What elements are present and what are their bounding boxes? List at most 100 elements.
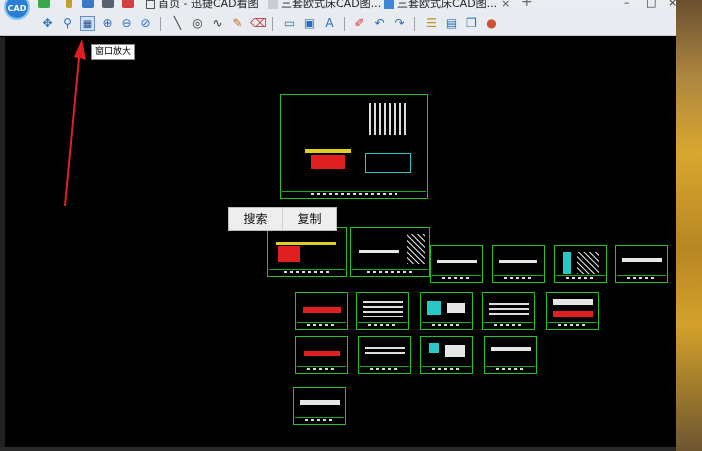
drawing-sheet[interactable] <box>546 292 599 330</box>
title-block <box>358 322 407 328</box>
title-block <box>484 322 533 328</box>
sheet-drawing <box>577 252 599 274</box>
drawing-sheet[interactable] <box>482 292 535 330</box>
home-tab-icon <box>146 0 155 9</box>
window-zoom-icon[interactable]: ▦ <box>80 16 95 31</box>
copy-menu-item[interactable]: 复制 <box>282 208 336 230</box>
sheet-drawing <box>359 250 399 253</box>
title-block <box>486 366 535 372</box>
quick-pin-icon[interactable] <box>66 0 72 8</box>
toolbar-separator <box>160 17 161 31</box>
title-block <box>422 366 471 372</box>
zoom-in-icon[interactable]: ⊕ <box>100 16 115 31</box>
drawing-canvas[interactable] <box>0 37 702 451</box>
window-border <box>0 447 676 451</box>
search-menu-item[interactable]: 搜索 <box>229 208 282 230</box>
new-tab-button[interactable]: + <box>521 0 533 10</box>
quick-print-icon[interactable] <box>102 0 114 8</box>
drawing-sheet[interactable] <box>420 292 473 330</box>
3d-icon[interactable]: ❒ <box>464 16 479 31</box>
sheet-drawing <box>276 242 336 245</box>
drawing-sheet[interactable] <box>420 336 473 374</box>
toolbar-tooltip: 窗口放大 <box>91 44 136 60</box>
sheet-drawing <box>563 252 571 274</box>
sheet-drawing <box>429 343 439 353</box>
sheet-drawing <box>445 345 465 357</box>
pen-icon[interactable]: ✐ <box>352 16 367 31</box>
layers-icon[interactable]: ☰ <box>424 16 439 31</box>
title-block <box>352 269 428 275</box>
polyline-icon[interactable]: ∿ <box>210 16 225 31</box>
save-icon[interactable]: ▤ <box>444 16 459 31</box>
title-block <box>548 322 597 328</box>
drawing-sheet[interactable] <box>350 227 430 277</box>
color-icon[interactable]: ● <box>484 16 499 31</box>
sheet-drawing <box>365 347 405 357</box>
image-icon[interactable]: ▣ <box>302 16 317 31</box>
minimize-button[interactable]: – <box>624 0 630 9</box>
drawing-sheet[interactable] <box>554 245 607 283</box>
undo-icon[interactable]: ↶ <box>372 16 387 31</box>
sheet-drawing <box>491 347 531 351</box>
tab-file-2[interactable]: 三套欧式床CAD图... × <box>384 0 510 12</box>
zoom-realtime-icon[interactable]: ⚲ <box>60 16 75 31</box>
drawing-sheet[interactable] <box>295 336 348 374</box>
drawing-sheet[interactable] <box>280 94 428 199</box>
title-block <box>297 322 346 328</box>
quick-save-icon[interactable] <box>82 0 94 8</box>
tab-close-icon[interactable]: × <box>501 0 510 10</box>
title-block <box>295 417 344 423</box>
line-icon[interactable]: ╲ <box>170 16 185 31</box>
zoom-previous-icon[interactable]: ⊘ <box>138 16 153 31</box>
sheet-drawing <box>407 234 425 264</box>
drawing-sheet[interactable] <box>295 292 348 330</box>
circle-icon[interactable]: ◎ <box>190 16 205 31</box>
sheet-drawing <box>622 258 662 262</box>
sheet-drawing <box>303 307 341 313</box>
context-menu: 搜索 复制 <box>228 207 337 231</box>
title-block <box>617 275 666 281</box>
maximize-button[interactable]: □ <box>646 0 656 9</box>
tab-file-1-label: 三套欧式床CAD图... <box>281 0 382 10</box>
title-block <box>269 269 345 275</box>
sheet-drawing <box>427 301 441 315</box>
title-block <box>360 366 409 372</box>
sheet-drawing <box>489 303 529 315</box>
drawing-sheet[interactable] <box>492 245 545 283</box>
sheet-drawing <box>553 299 593 305</box>
sheet-drawing <box>278 246 300 262</box>
title-block <box>297 366 346 372</box>
sheet-drawing <box>499 260 537 263</box>
zoom-out-icon[interactable]: ⊖ <box>119 16 134 31</box>
sheet-drawing <box>305 149 351 153</box>
drawing-sheet[interactable] <box>484 336 537 374</box>
sheet-drawing <box>447 303 465 313</box>
text-icon[interactable]: A <box>322 16 337 31</box>
drawing-sheet[interactable] <box>430 245 483 283</box>
sketch-icon[interactable]: ✎ <box>230 16 245 31</box>
tab-file-2-label: 三套欧式床CAD图... <box>397 0 498 10</box>
file-tab-icon <box>384 0 394 9</box>
window-border <box>0 37 5 451</box>
rectangle-icon[interactable]: ▭ <box>282 16 297 31</box>
quick-open-icon[interactable] <box>38 0 50 8</box>
drawing-sheet[interactable] <box>293 387 346 425</box>
drawing-sheet[interactable] <box>267 227 347 277</box>
sheet-drawing <box>304 351 340 356</box>
quick-export-icon[interactable] <box>122 0 134 8</box>
toolbar-separator <box>272 17 273 31</box>
sheet-drawing <box>369 103 409 135</box>
drawing-sheet[interactable] <box>356 292 409 330</box>
pan-icon[interactable]: ✥ <box>40 16 55 31</box>
drawing-sheet[interactable] <box>358 336 411 374</box>
sheet-drawing <box>311 155 345 169</box>
title-block <box>556 275 605 281</box>
sheet-drawing <box>437 260 477 263</box>
file-tab-icon <box>268 0 278 9</box>
eraser-icon[interactable]: ⌫ <box>250 16 267 31</box>
tab-file-1[interactable]: 三套欧式床CAD图...× <box>268 0 394 12</box>
redo-icon[interactable]: ↷ <box>392 16 407 31</box>
drawing-sheet[interactable] <box>615 245 668 283</box>
tab-home[interactable]: 首页 - 迅捷CAD看图 <box>146 0 259 12</box>
toolbar-separator <box>414 17 415 31</box>
